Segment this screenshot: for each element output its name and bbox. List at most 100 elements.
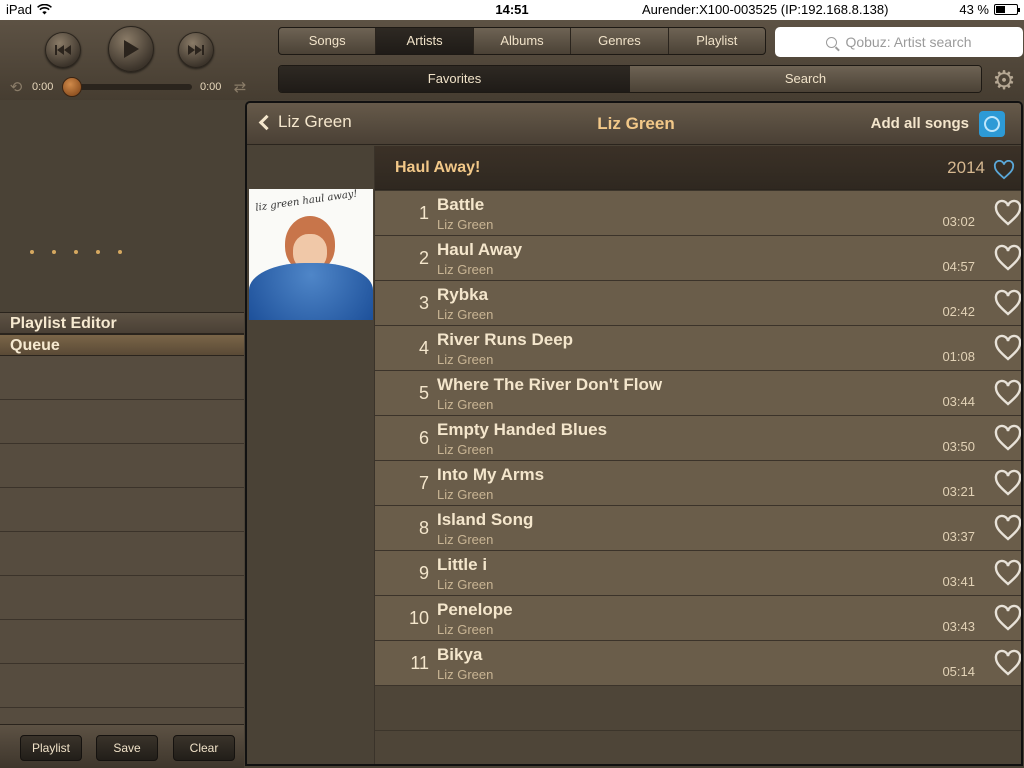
- battery-status: 43 %: [959, 2, 1020, 17]
- search-icon: [826, 36, 838, 48]
- save-button[interactable]: Save: [96, 735, 158, 761]
- track-row[interactable]: 4 River Runs Deep Liz Green 01:08: [375, 326, 1023, 371]
- artist-detail-panel: Liz Green Liz Green Add all songs liz gr…: [245, 101, 1023, 766]
- track-row[interactable]: 10 Penelope Liz Green 03:43: [375, 596, 1023, 641]
- heart-icon[interactable]: [993, 199, 1023, 227]
- track-row[interactable]: 5 Where The River Don't Flow Liz Green 03:4…: [375, 371, 1023, 416]
- track-title: Rybka: [437, 285, 489, 304]
- add-all-songs-button[interactable]: Add all songs: [871, 115, 969, 132]
- dot: [118, 250, 122, 254]
- track-title: Island Song: [437, 510, 534, 529]
- wifi-icon: [37, 4, 52, 15]
- heart-icon[interactable]: [993, 469, 1023, 497]
- track-row[interactable]: 7 Into My Arms Liz Green 03:21: [375, 461, 1023, 506]
- heart-icon[interactable]: [993, 289, 1023, 317]
- progress-knob[interactable]: [62, 77, 82, 97]
- track-title: Haul Away: [437, 240, 523, 259]
- album-year: 2014: [947, 158, 985, 177]
- playlist-button[interactable]: Playlist: [20, 735, 82, 761]
- track-title: River Runs Deep: [437, 330, 574, 349]
- track-number: 2: [418, 248, 429, 268]
- tab-search[interactable]: Search: [630, 66, 981, 92]
- status-bar: iPad 14:51 Aurender:X100-003525 (IP:192.…: [0, 0, 1024, 20]
- heart-icon[interactable]: [993, 334, 1023, 362]
- progress-row: ⟲ 0:00 0:00 ⇄: [6, 77, 260, 97]
- tab-genres[interactable]: Genres: [571, 28, 669, 54]
- clear-button[interactable]: Clear: [173, 735, 235, 761]
- gear-icon[interactable]: ⚙: [990, 66, 1018, 94]
- tab-albums[interactable]: Albums: [474, 28, 572, 54]
- queue-header[interactable]: Queue: [0, 334, 244, 356]
- tab-favorites[interactable]: Favorites: [279, 66, 630, 92]
- previous-button[interactable]: [45, 32, 81, 68]
- chevron-left-icon: [258, 114, 275, 130]
- track-number: 9: [418, 563, 429, 583]
- track-number: 8: [418, 518, 429, 538]
- panel-header: Liz Green Liz Green Add all songs: [247, 103, 1021, 145]
- heart-icon[interactable]: [993, 559, 1023, 587]
- track-row[interactable]: 9 Little i Liz Green 03:41: [375, 551, 1023, 596]
- track-duration: 05:14: [942, 664, 975, 679]
- previous-icon: [55, 45, 71, 55]
- track-row[interactable]: 6 Empty Handed Blues Liz Green 03:50: [375, 416, 1023, 461]
- track-artist: Liz Green: [437, 262, 494, 277]
- play-icon: [124, 40, 139, 58]
- cover-lettering: liz green haul away!: [254, 189, 359, 214]
- heart-icon[interactable]: [993, 379, 1023, 407]
- heart-icon[interactable]: [993, 244, 1023, 272]
- track-artist: Liz Green: [437, 667, 494, 682]
- track-row[interactable]: 2 Haul Away Liz Green 04:57: [375, 236, 1023, 281]
- track-artist: Liz Green: [437, 622, 494, 637]
- source-tabs: Favorites Search: [278, 65, 982, 93]
- queue-list: [0, 356, 244, 726]
- next-button[interactable]: [178, 32, 214, 68]
- track-row[interactable]: 3 Rybka Liz Green 02:42: [375, 281, 1023, 326]
- track-duration: 03:50: [942, 439, 975, 454]
- cover-body: [249, 263, 373, 320]
- progress-track[interactable]: [62, 77, 192, 97]
- top-bar: ⟲ 0:00 0:00 ⇄ Songs Artists Albums Genre…: [0, 20, 1024, 100]
- dot: [30, 250, 34, 254]
- track-duration: 02:42: [942, 304, 975, 319]
- back-button[interactable]: Liz Green: [257, 112, 352, 132]
- elapsed-time: 0:00: [32, 81, 54, 93]
- track-title: Bikya: [437, 645, 483, 664]
- track-duration: 03:37: [942, 529, 975, 544]
- track-artist: Liz Green: [437, 307, 494, 322]
- track-list: Haul Away! 2014 1 Battle Liz Green 03:02 2 Ha…: [375, 146, 1023, 764]
- browse-tabs: Songs Artists Albums Genres Playlist: [278, 27, 766, 55]
- tab-artists[interactable]: Artists: [376, 28, 474, 54]
- track-row[interactable]: 11 Bikya Liz Green 05:14: [375, 641, 1023, 686]
- album-header-row[interactable]: Haul Away! 2014: [375, 146, 1021, 190]
- search-input[interactable]: Qobuz: Artist search: [775, 27, 1023, 57]
- album-cover[interactable]: liz green haul away!: [249, 189, 373, 320]
- dot: [96, 250, 100, 254]
- track-duration: 03:43: [942, 619, 975, 634]
- track-number: 6: [418, 428, 429, 448]
- heart-icon[interactable]: [993, 649, 1023, 677]
- track-artist: Liz Green: [437, 532, 494, 547]
- shuffle-icon[interactable]: ⇄: [230, 78, 250, 96]
- heart-icon[interactable]: [993, 604, 1023, 632]
- server-info: Aurender:X100-003525 (IP:192.168.8.138): [642, 2, 889, 17]
- next-icon: [188, 45, 204, 55]
- track-duration: 03:21: [942, 484, 975, 499]
- heart-icon[interactable]: [993, 424, 1023, 452]
- track-row[interactable]: 8 Island Song Liz Green 03:37: [375, 506, 1023, 551]
- heart-icon[interactable]: [993, 514, 1023, 542]
- heart-icon[interactable]: [993, 160, 1015, 180]
- circle-add-icon[interactable]: [979, 111, 1005, 137]
- tab-playlist[interactable]: Playlist: [669, 28, 765, 54]
- track-number: 1: [418, 203, 429, 223]
- repeat-icon[interactable]: ⟲: [6, 78, 26, 96]
- track-title: Penelope: [437, 600, 513, 619]
- track-duration: 01:08: [942, 349, 975, 364]
- play-button[interactable]: [108, 26, 154, 72]
- track-row[interactable]: 1 Battle Liz Green 03:02: [375, 191, 1023, 236]
- tab-songs[interactable]: Songs: [279, 28, 377, 54]
- search-placeholder: Qobuz: Artist search: [845, 34, 972, 50]
- track-title: Where The River Don't Flow: [437, 375, 663, 394]
- track-artist: Liz Green: [437, 397, 494, 412]
- playlist-editor-header[interactable]: Playlist Editor: [0, 312, 244, 334]
- track-title: Battle: [437, 195, 485, 214]
